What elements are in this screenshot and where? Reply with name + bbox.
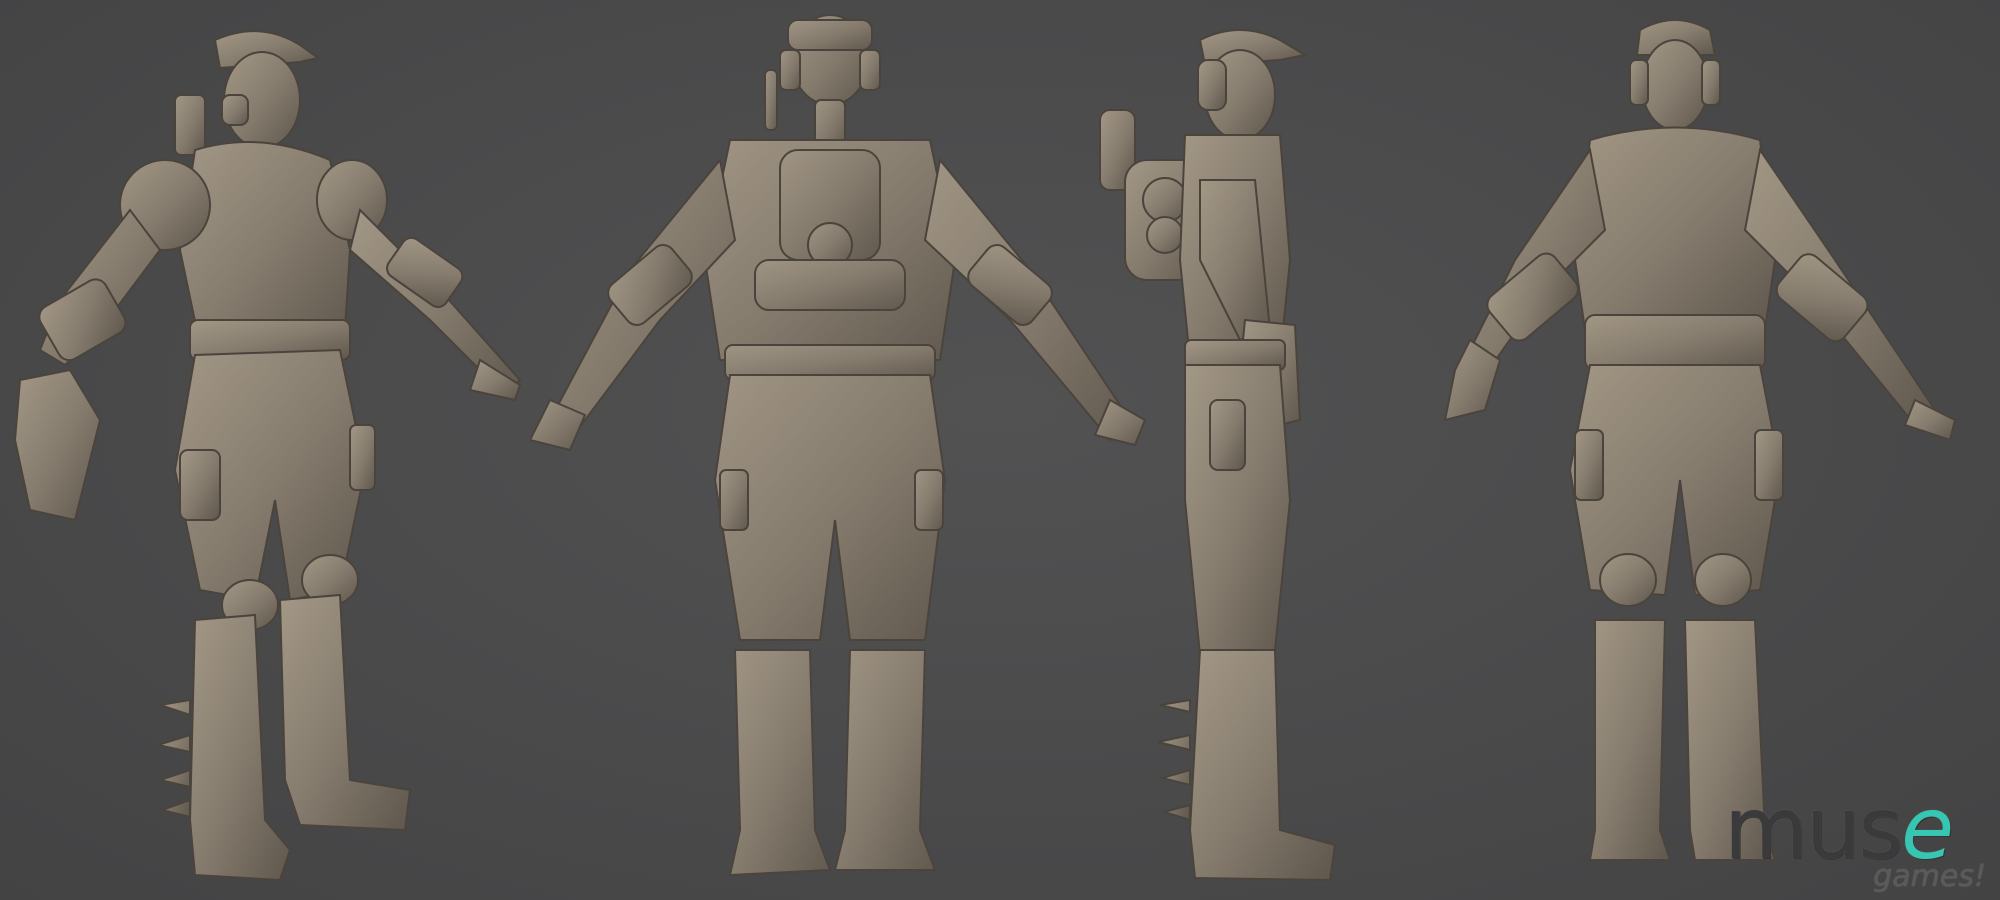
character-sculpt-back-view: [530, 0, 1150, 900]
logo-subtitle: games!: [1873, 859, 1986, 894]
character-sculpt-side-view: [1080, 0, 1370, 900]
character-sculpt-three-quarter-view: [0, 0, 530, 900]
muse-games-logo: muse games!: [1724, 784, 1994, 894]
character-sculpt-front-view: [1375, 0, 1995, 900]
render-canvas: muse games!: [0, 0, 2000, 900]
